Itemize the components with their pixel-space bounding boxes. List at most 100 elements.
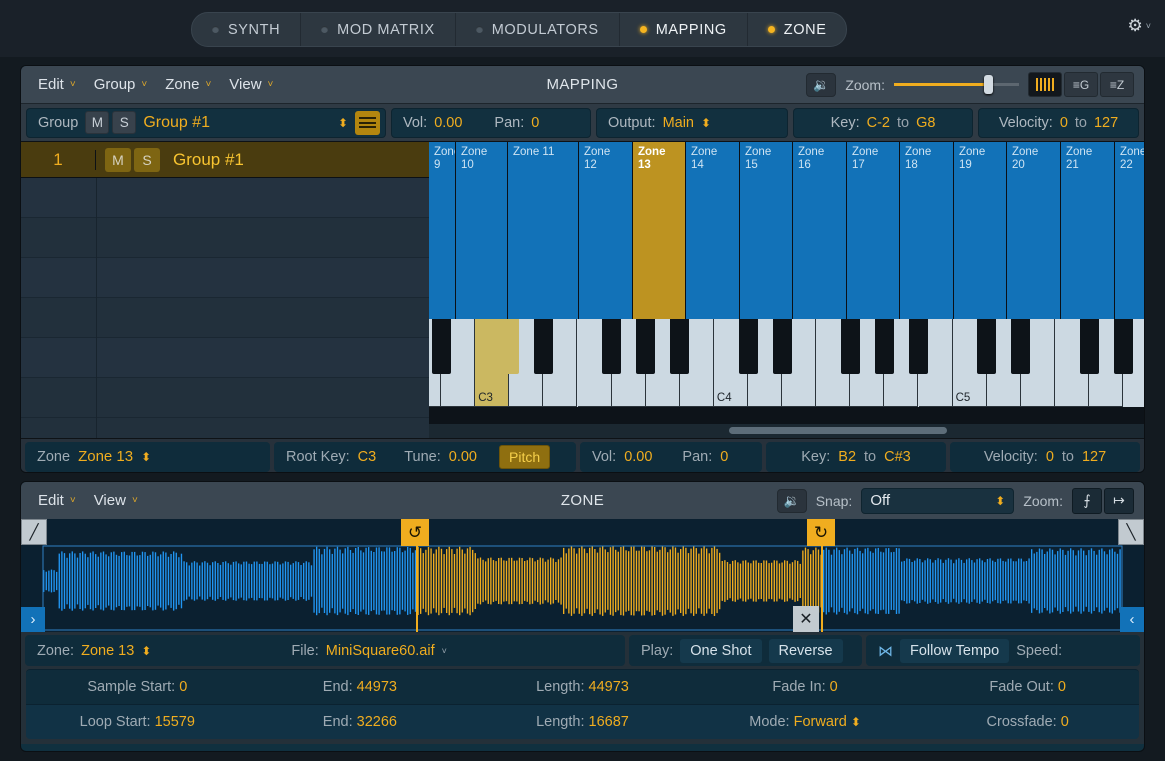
group-empty-row[interactable] xyxy=(21,338,429,378)
pitch-toggle-button[interactable]: Pitch xyxy=(499,445,550,469)
menu-edit[interactable]: Edit ˅ xyxy=(29,72,85,97)
group-output[interactable]: Output: Main ⬍ xyxy=(596,108,788,138)
loop-start-cell[interactable]: Loop Start: 15579 xyxy=(26,714,249,730)
sample-end-handle[interactable]: ‹ xyxy=(1120,607,1144,632)
fade-in-cell[interactable]: Fade In: 0 xyxy=(694,679,917,695)
zone-selector[interactable]: Zone Zone 13 ⬍ xyxy=(25,442,270,472)
group-empty-row[interactable] xyxy=(21,378,429,418)
zone-block[interactable]: Zone12 xyxy=(579,142,633,319)
snap-select[interactable]: Off ⬍ xyxy=(861,488,1014,514)
zone-block[interactable]: Zone14 xyxy=(686,142,740,319)
fade-in-handle[interactable]: ╱ xyxy=(21,519,47,545)
piano-black-key[interactable] xyxy=(670,319,689,374)
tab-mod-matrix[interactable]: MOD MATRIX xyxy=(301,13,456,46)
zone-list-view-button[interactable]: ≡Z xyxy=(1100,72,1134,97)
sample-start-handle[interactable]: › xyxy=(21,607,45,632)
piano-black-key[interactable] xyxy=(1080,319,1099,374)
zone-block[interactable]: Zone19 xyxy=(954,142,1007,319)
sample-length-cell[interactable]: Length: 44973 xyxy=(471,679,694,695)
loop-mode-cell[interactable]: Mode: Forward ⬍ xyxy=(694,714,917,730)
piano-keyboard[interactable]: 2C3C4C5 xyxy=(429,319,1144,407)
fade-out-cell[interactable]: Fade Out: 0 xyxy=(916,679,1139,695)
chevron-down-icon[interactable]: ˅ xyxy=(442,646,447,656)
group-key-range[interactable]: Key: C-2 to G8 xyxy=(793,108,973,138)
zone-menu-view[interactable]: View ˅ xyxy=(85,488,147,513)
menu-group[interactable]: Group ˅ xyxy=(85,72,157,97)
group-row[interactable]: 1 M S Group #1 xyxy=(21,142,429,178)
zoom-slider[interactable] xyxy=(894,75,1019,95)
reverse-button[interactable]: Reverse xyxy=(769,639,843,663)
piano-black-key[interactable] xyxy=(602,319,621,374)
group-mute-button[interactable]: M xyxy=(85,111,109,134)
group-empty-row[interactable] xyxy=(21,298,429,338)
speaker-icon[interactable]: 🔉 xyxy=(806,73,836,97)
stepper-icon[interactable]: ⬍ xyxy=(701,117,711,129)
group-solo-button[interactable]: S xyxy=(112,111,136,134)
loop-end-cell[interactable]: End: 32266 xyxy=(249,714,472,730)
follow-tempo-button[interactable]: Follow Tempo xyxy=(900,639,1009,663)
piano-black-key[interactable] xyxy=(909,319,928,374)
group-selector[interactable]: Group M S Group #1 ⬍ xyxy=(26,108,386,138)
speaker-icon[interactable]: 🔉 xyxy=(777,489,807,513)
stepper-icon[interactable]: ⬍ xyxy=(851,715,861,729)
group-row-solo-button[interactable]: S xyxy=(134,148,160,172)
piano-black-key[interactable] xyxy=(977,319,996,374)
loop-end-marker[interactable]: ↻ xyxy=(807,519,835,546)
zoom-horizontal-button[interactable]: ↦ xyxy=(1104,488,1134,514)
loop-start-marker[interactable]: ↺ xyxy=(401,519,429,546)
piano-black-key[interactable] xyxy=(875,319,894,374)
zone-block[interactable]: Zone15 xyxy=(740,142,793,319)
tab-mapping[interactable]: MAPPING xyxy=(620,13,748,46)
piano-black-key[interactable] xyxy=(636,319,655,374)
group-row-name[interactable]: Group #1 xyxy=(160,150,244,170)
sample-end-cell[interactable]: End: 44973 xyxy=(249,679,472,695)
zone-block[interactable]: Zone9 xyxy=(429,142,456,319)
zone-block[interactable]: Zone10 xyxy=(456,142,508,319)
stepper-icon[interactable]: ⬍ xyxy=(338,117,348,129)
menu-zone[interactable]: Zone ˅ xyxy=(156,72,220,97)
group-empty-row[interactable] xyxy=(21,258,429,298)
group-list-button[interactable] xyxy=(355,111,380,135)
zone-block[interactable]: Zone18 xyxy=(900,142,954,319)
piano-black-key[interactable] xyxy=(534,319,553,374)
tab-synth[interactable]: SYNTH xyxy=(192,13,301,46)
crossfade-cell[interactable]: Crossfade: 0 xyxy=(916,714,1139,730)
zone-block[interactable]: Zone21 xyxy=(1061,142,1115,319)
menu-view[interactable]: View ˅ xyxy=(220,72,282,97)
zone-vol-pan[interactable]: Vol: 0.00 Pan: 0 xyxy=(580,442,762,472)
piano-black-key[interactable] xyxy=(739,319,758,374)
piano-black-key[interactable] xyxy=(1114,319,1133,374)
tab-zone[interactable]: ZONE xyxy=(748,13,847,46)
group-vol-pan[interactable]: Vol: 0.00 Pan: 0 xyxy=(391,108,591,138)
zone-block[interactable]: Zone22 xyxy=(1115,142,1144,319)
keyboard-view-button[interactable] xyxy=(1028,72,1062,97)
slider-knob[interactable] xyxy=(984,75,993,94)
piano-black-key[interactable] xyxy=(432,319,451,374)
piano-black-key[interactable] xyxy=(841,319,860,374)
zone-block[interactable]: Zone20 xyxy=(1007,142,1061,319)
one-shot-button[interactable]: One Shot xyxy=(680,639,761,663)
horizontal-scrollbar[interactable] xyxy=(429,424,1144,438)
zone-file-selector[interactable]: Zone: Zone 13 ⬍ File: MiniSquare60.aif ˅ xyxy=(25,635,625,666)
group-list-view-button[interactable]: ≡G xyxy=(1064,72,1098,97)
scrollbar-thumb[interactable] xyxy=(729,427,947,434)
sample-start-cell[interactable]: Sample Start: 0 xyxy=(26,679,249,695)
stepper-icon[interactable]: ⬍ xyxy=(141,451,151,463)
zone-block[interactable]: Zone13 xyxy=(633,142,686,319)
loop-end-close-handle[interactable]: ✕ xyxy=(793,606,819,632)
group-empty-row[interactable] xyxy=(21,218,429,258)
piano-black-key[interactable] xyxy=(1011,319,1030,374)
zone-block[interactable]: Zone16 xyxy=(793,142,847,319)
zone-block[interactable]: Zone17 xyxy=(847,142,900,319)
stepper-icon[interactable]: ⬍ xyxy=(995,495,1005,507)
crossfade-icon[interactable]: ⋈ xyxy=(878,642,893,660)
group-velocity-range[interactable]: Velocity: 0 to 127 xyxy=(978,108,1139,138)
zone-block[interactable]: Zone 11 xyxy=(508,142,579,319)
fade-out-handle[interactable]: ╲ xyxy=(1118,519,1144,545)
stepper-icon[interactable]: ⬍ xyxy=(141,645,151,657)
settings-menu-button[interactable]: ⚙ ˅ xyxy=(1127,16,1151,36)
zoom-vertical-button[interactable]: ⨍ xyxy=(1072,488,1102,514)
zone-rootkey-tune[interactable]: Root Key: C3 Tune: 0.00 Pitch xyxy=(274,442,576,472)
loop-length-cell[interactable]: Length: 16687 xyxy=(471,714,694,730)
group-name-value[interactable]: Group #1 xyxy=(143,114,210,132)
